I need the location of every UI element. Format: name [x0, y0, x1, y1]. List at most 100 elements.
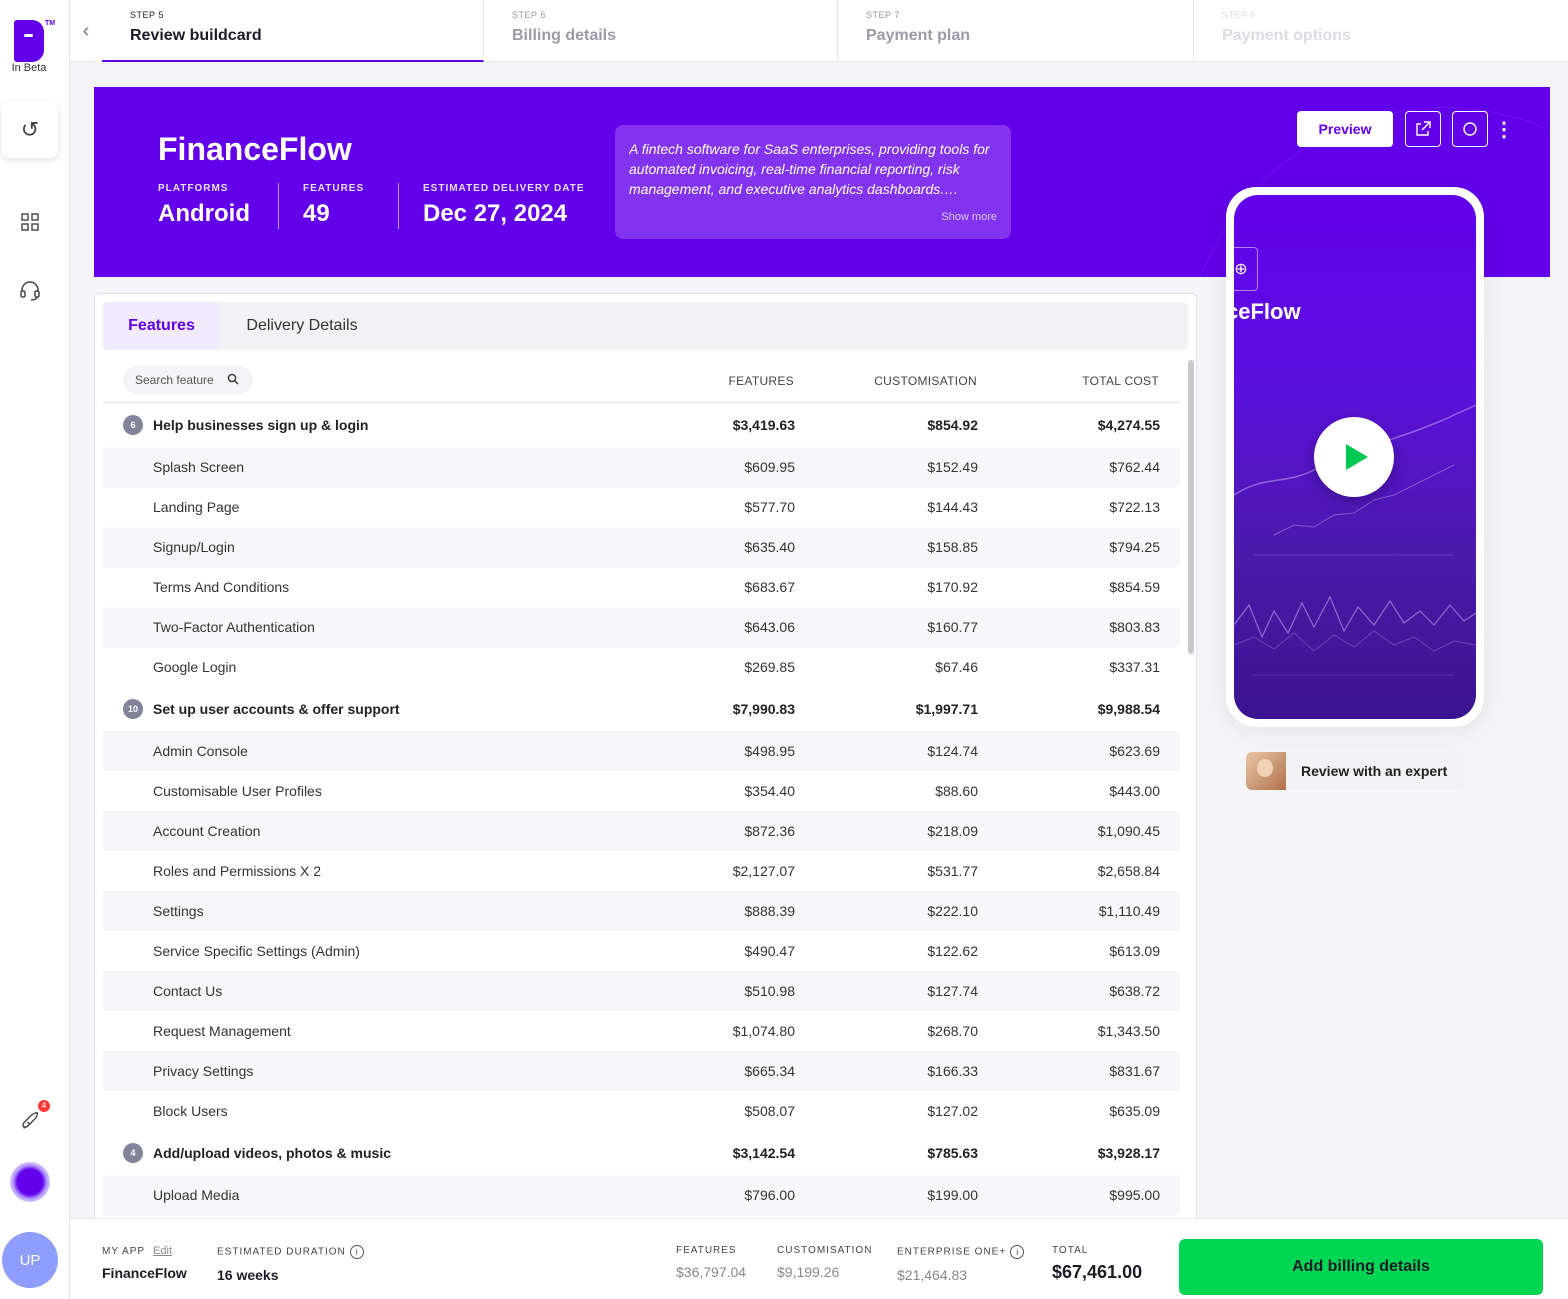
feature-row[interactable]: Terms And Conditions $683.67 $170.92 $854.5…	[103, 567, 1180, 607]
builder-logo[interactable]: TM	[14, 20, 55, 62]
more-options-icon[interactable]: ⋮	[1494, 117, 1514, 143]
undo-button[interactable]: ↺	[2, 102, 58, 158]
step-payment-plan[interactable]: STEP 7 Payment plan	[838, 0, 1194, 62]
feature-row[interactable]: Splash Screen $609.95 $152.49 $762.44	[103, 447, 1180, 487]
play-video-button[interactable]	[1314, 417, 1394, 497]
search-input[interactable]	[135, 373, 225, 387]
preview-button[interactable]: Preview	[1297, 111, 1393, 147]
info-icon[interactable]: i	[1010, 1245, 1025, 1259]
feature-rows: 6 Help businesses sign up & login $3,419.6…	[103, 403, 1180, 1215]
feature-group-row[interactable]: 6 Help businesses sign up & login $3,419.6…	[103, 403, 1180, 447]
table-scrollbar[interactable]	[1188, 360, 1194, 654]
platforms-label: PLATFORMS	[158, 183, 229, 194]
total-cost: $4,274.55	[1097, 417, 1160, 433]
feature-name: Two-Factor Authentication	[153, 619, 315, 635]
share-button[interactable]	[1405, 111, 1441, 147]
info-icon[interactable]: i	[349, 1245, 364, 1259]
features-label: FEATURES	[303, 183, 365, 194]
phone-app-title: ceFlow	[1234, 299, 1301, 324]
edit-link[interactable]: Edit	[153, 1245, 172, 1257]
total-cost: $722.13	[1109, 499, 1160, 515]
customisation-cost: $222.10	[927, 903, 978, 919]
phone-screen: ⊕ ceFlow	[1234, 195, 1476, 719]
step-payment-options[interactable]: STEP 8 Payment options	[1194, 0, 1568, 62]
feature-row[interactable]: Admin Console $498.95 $124.74 $623.69	[103, 731, 1180, 771]
step-bar: ‹ STEP 5 Review buildcard STEP 6 Billing…	[70, 0, 1568, 62]
step-label: STEP 5	[130, 10, 164, 20]
feature-name: Account Creation	[153, 823, 261, 839]
back-button[interactable]: ‹	[70, 0, 102, 62]
feature-row[interactable]: Customisable User Profiles $354.40 $88.60 $…	[103, 771, 1180, 811]
customisation-cost: $1,997.71	[915, 701, 978, 717]
feature-row[interactable]: Upload Media $796.00 $199.00 $995.00	[103, 1175, 1180, 1215]
feature-cost: $2,127.07	[732, 863, 795, 879]
customisation-cost: $124.74	[927, 743, 978, 759]
customisation-cost: $218.09	[927, 823, 978, 839]
step-billing-details[interactable]: STEP 6 Billing details	[484, 0, 838, 62]
notification-badge: 4	[38, 1100, 50, 1112]
total-summary: TOTAL $67,461.00	[1052, 1245, 1142, 1283]
feature-row[interactable]: Roles and Permissions X 2 $2,127.07 $531.7…	[103, 851, 1180, 891]
feature-row[interactable]: Google Login $269.85 $67.46 $337.31	[103, 647, 1180, 687]
customisation-cost: $127.74	[927, 983, 978, 999]
feature-row[interactable]: Two-Factor Authentication $643.06 $160.77 $…	[103, 607, 1180, 647]
feature-name: Signup/Login	[153, 539, 235, 555]
play-icon	[1346, 444, 1368, 470]
grid-icon	[21, 213, 39, 231]
in-beta-label: In Beta	[11, 62, 47, 74]
tab-delivery-details[interactable]: Delivery Details	[227, 302, 377, 350]
group-count-badge: 10	[123, 699, 143, 719]
feature-row[interactable]: Block Users $508.07 $127.02 $635.09	[103, 1091, 1180, 1131]
feature-cost: $683.67	[744, 579, 795, 595]
customisation-cost: $199.00	[927, 1187, 978, 1203]
feature-row[interactable]: Settings $888.39 $222.10 $1,110.49	[103, 891, 1180, 931]
feature-name: Privacy Settings	[153, 1063, 254, 1079]
customisation-cost: $158.85	[927, 539, 978, 555]
feature-cost: $7,990.83	[732, 701, 795, 717]
feature-name: Customisable User Profiles	[153, 783, 322, 799]
show-more-link[interactable]: Show more	[941, 211, 997, 223]
step-title: Payment options	[1222, 27, 1351, 44]
feature-name: Admin Console	[153, 743, 248, 759]
expert-label: Review with an expert	[1301, 763, 1448, 779]
step-review-buildcard[interactable]: STEP 5 Review buildcard	[102, 0, 484, 62]
assistant-orb-button[interactable]	[10, 1162, 50, 1202]
sync-button[interactable]	[1452, 111, 1488, 147]
feature-name: Contact Us	[153, 983, 223, 999]
customisation-cost: $268.70	[927, 1023, 978, 1039]
feature-group-row[interactable]: 4 Add/upload videos, photos & music $3,142…	[103, 1131, 1180, 1175]
feature-row[interactable]: Service Specific Settings (Admin) $490.47…	[103, 931, 1180, 971]
search-feature[interactable]	[123, 366, 253, 394]
col-header-total-cost: TOTAL COST	[1082, 374, 1159, 388]
feature-row[interactable]: Account Creation $872.36 $218.09 $1,090.45	[103, 811, 1180, 851]
tab-features[interactable]: Features	[103, 302, 220, 350]
feature-row[interactable]: Signup/Login $635.40 $158.85 $794.25	[103, 527, 1180, 567]
features-cost-label: FEATURES	[676, 1245, 737, 1256]
feature-group-row[interactable]: 10 Set up user accounts & offer support $7…	[103, 687, 1180, 731]
total-value: $67,461.00	[1052, 1262, 1143, 1282]
search-icon	[227, 373, 239, 388]
feature-name: Request Management	[153, 1023, 291, 1039]
feature-name: Splash Screen	[153, 459, 245, 475]
feature-row[interactable]: Privacy Settings $665.34 $166.33 $831.67	[103, 1051, 1180, 1091]
delivery-info: ESTIMATED DELIVERY DATE Dec 27, 2024	[423, 183, 585, 228]
feature-name: Settings	[153, 903, 204, 919]
review-with-expert-button[interactable]: Review with an expert	[1246, 752, 1464, 790]
duration-value: 16 weeks	[217, 1267, 279, 1283]
total-cost: $854.59	[1109, 579, 1160, 595]
customisation-cost: $144.43	[927, 499, 978, 515]
rocket-button[interactable]: 4	[16, 1100, 50, 1136]
feature-cost: $3,142.54	[732, 1145, 795, 1161]
step-title: Billing details	[512, 27, 617, 44]
support-button[interactable]	[16, 276, 44, 304]
features-cost-summary: FEATURES $36,797.04	[676, 1245, 746, 1280]
feature-cost: $508.07	[744, 1103, 795, 1119]
feature-row[interactable]: Request Management $1,074.80 $268.70 $1,343…	[103, 1011, 1180, 1051]
user-avatar[interactable]: UP	[2, 1232, 58, 1288]
divider	[278, 183, 279, 229]
features-info: FEATURES 49	[303, 183, 364, 228]
dashboard-button[interactable]	[16, 208, 44, 236]
feature-row[interactable]: Landing Page $577.70 $144.43 $722.13	[103, 487, 1180, 527]
feature-row[interactable]: Contact Us $510.98 $127.74 $638.72	[103, 971, 1180, 1011]
add-billing-details-button[interactable]: Add billing details	[1179, 1239, 1543, 1295]
